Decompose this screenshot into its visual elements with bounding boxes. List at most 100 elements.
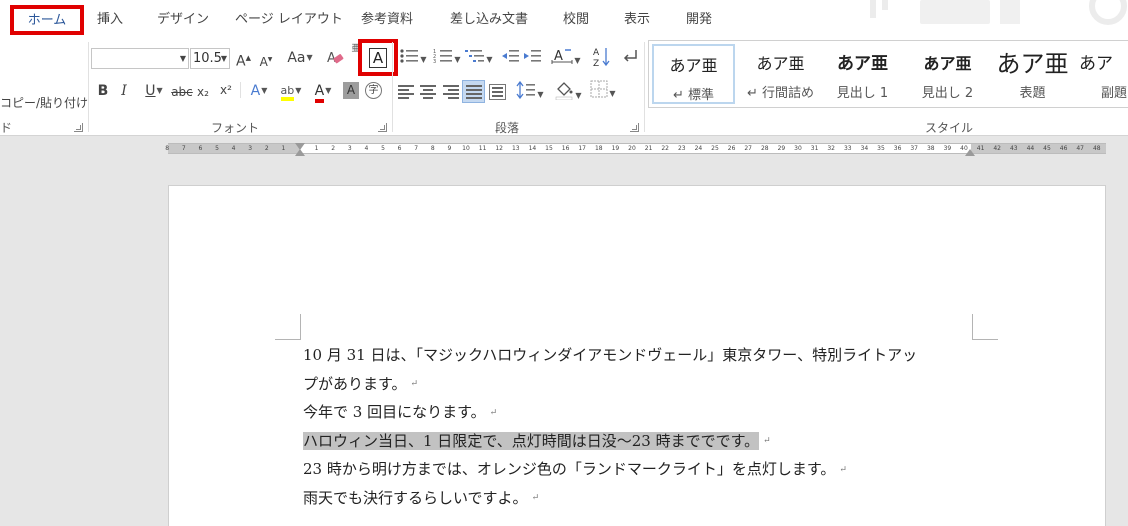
shrink-font-button[interactable]: A▼ [259,50,273,70]
hanging-indent-marker[interactable] [295,149,305,156]
enclose-characters-button[interactable]: 字 [365,82,382,99]
tab-page-layout[interactable]: ページ レイアウト [235,10,343,30]
subscript-icon: x₂ [197,85,209,99]
clipboard-group-label: ド [0,121,13,135]
text-effects-button[interactable]: A▼ [246,81,272,101]
ruler-number: 15 [545,145,553,152]
style-no-spacing[interactable]: あア亜 ↵ 行間詰め [739,44,822,104]
tab-developer[interactable]: 開発 [686,10,712,30]
document-body[interactable]: 10 月 31 日は、「マジックハロウィンダイアモンドヴェール」東京タワー、特別… [303,341,983,512]
ruler-number: 21 [644,145,653,152]
numbering-button[interactable]: 1 2 3 ▼ [432,48,462,68]
bold-button[interactable]: B [96,81,110,101]
group-divider [644,42,645,132]
align-right-icon[interactable] [443,85,459,99]
horizontal-ruler[interactable]: 8 7 6 5 4 3 2 1 1 2 3 4 5 6 7 8 9 10 11 12 13 14 15 16 17 18 19 20 2… [165,143,1106,156]
decrease-indent-button[interactable] [500,48,520,68]
tab-view[interactable]: 表示 [624,10,650,30]
paragraph-line: 23 時から明け方までは、オレンジ色の「ランドマークライト」を点灯します。 ↵ [303,455,983,484]
line-spacing-button[interactable]: ▼ [515,80,545,101]
ruler-number: 46 [1059,145,1068,152]
character-spacing-button[interactable]: A ▼ [550,47,582,67]
font-group-label: フォント [211,121,260,135]
increase-indent-button[interactable] [522,48,542,68]
copy-paste-button[interactable]: コピー/貼り付け [0,93,88,113]
style-preview: あア亜 [756,54,805,73]
ruler-number: 18 [594,145,603,152]
return-arrow-icon [623,50,637,62]
ribbon-tab-bar: ホーム 挿入 デザイン ページ レイアウト 参考資料 差し込み文書 校閲 表示 … [0,0,1128,38]
enclosed-characters-button[interactable]: A [369,48,387,68]
style-preview: あア亜 [996,50,1069,78]
style-heading-1[interactable]: あア亜 見出し 1 [821,44,904,104]
sort-button[interactable]: AZ [592,46,612,69]
ruler-number: 4 [364,145,369,152]
show-hide-marks-button[interactable] [620,48,640,68]
tab-references[interactable]: 参考資料 [361,10,413,30]
ruler-number: 19 [611,145,620,152]
grow-font-button[interactable]: A▲ [236,48,251,70]
strikethrough-button[interactable]: abc [171,82,193,102]
shading-button[interactable]: ▼ [553,80,583,101]
ruler-number: 31 [810,145,819,152]
font-size-combo[interactable]: 10.5 ▼ [190,48,230,69]
highlight-color-button[interactable]: ab▼ [276,80,306,101]
tab-home[interactable]: ホーム [14,11,80,31]
ruler-number: 40 [960,145,968,152]
ruler-number: 3 [347,145,352,152]
ruler-number: 34 [860,145,869,152]
ruler-number: 7 [181,145,186,152]
subscript-button[interactable]: x₂ [195,82,211,102]
borders-button[interactable]: ▼ [587,80,619,100]
sort-az-icon: AZ [593,48,610,69]
tab-insert[interactable]: 挿入 [97,10,123,30]
style-preview: あア亜 [923,54,972,73]
style-subtitle[interactable]: あア 副題 [1079,44,1128,104]
selected-paragraph-text: ハロウィン当日、1 日限定で、点灯時間は日没～23 時まででです。 [303,431,760,450]
underline-icon: U [145,83,156,99]
style-normal[interactable]: あア亜 ↵ 標準 [652,44,735,104]
font-launcher-icon[interactable] [378,123,387,132]
ruler-number: 43 [1009,145,1018,152]
tab-mailings[interactable]: 差し込み文書 [450,10,528,30]
paragraph-launcher-icon[interactable] [630,123,639,132]
align-center-icon[interactable] [420,85,436,99]
grow-font-icon: A [236,53,246,70]
ruler-number: 29 [777,145,786,152]
strikethrough-icon: abc [171,85,193,99]
bullets-button[interactable]: ▼ [398,48,428,68]
style-heading-2[interactable]: あア亜 見出し 2 [906,44,989,104]
document-page[interactable]: 10 月 31 日は、「マジックハロウィンダイアモンドヴェール」東京タワー、特別… [168,185,1106,526]
bold-icon: B [97,83,109,99]
ruler-number: 47 [1076,145,1085,152]
ruler-number: 16 [561,145,570,152]
justify-button-active[interactable] [462,80,485,103]
align-left-icon[interactable] [398,85,414,99]
superscript-icon: x² [220,83,232,97]
style-preview: あア亜 [837,54,888,74]
distributed-icon[interactable] [489,84,506,100]
multilevel-list-button[interactable]: ▼ [464,48,494,68]
clear-formatting-button[interactable]: A [325,48,345,68]
ruler-number: 25 [711,145,719,152]
ruler-number: 5 [381,145,385,152]
style-title[interactable]: あア亜 表題 [991,44,1074,104]
italic-button[interactable]: I [118,81,130,101]
group-divider [88,42,89,132]
tab-review[interactable]: 校閲 [563,10,589,30]
paragraph-text: 10 月 31 日は、「マジックハロウィンダイアモンドヴェール」東京タワー、特別… [303,346,918,364]
change-case-button[interactable]: Aa▼ [285,48,315,68]
clipboard-launcher-icon[interactable] [74,123,83,132]
character-shading-button[interactable]: A [343,82,359,99]
crop-mark-top-left [275,314,301,340]
title-decoration-graphic [870,0,1127,25]
ruler-number: 2 [331,145,336,152]
paragraph-text: 今年で 3 回目になります。 [303,403,486,421]
tab-design[interactable]: デザイン [157,10,209,30]
font-name-combo[interactable]: ▼ [91,48,189,69]
font-color-button[interactable]: A▼ [308,81,338,103]
paragraph-text: プがあります。 [303,374,407,393]
underline-button[interactable]: U▼ [140,81,168,101]
enclosed-characters-icon: A [372,49,384,67]
superscript-button[interactable]: x² [218,80,234,100]
